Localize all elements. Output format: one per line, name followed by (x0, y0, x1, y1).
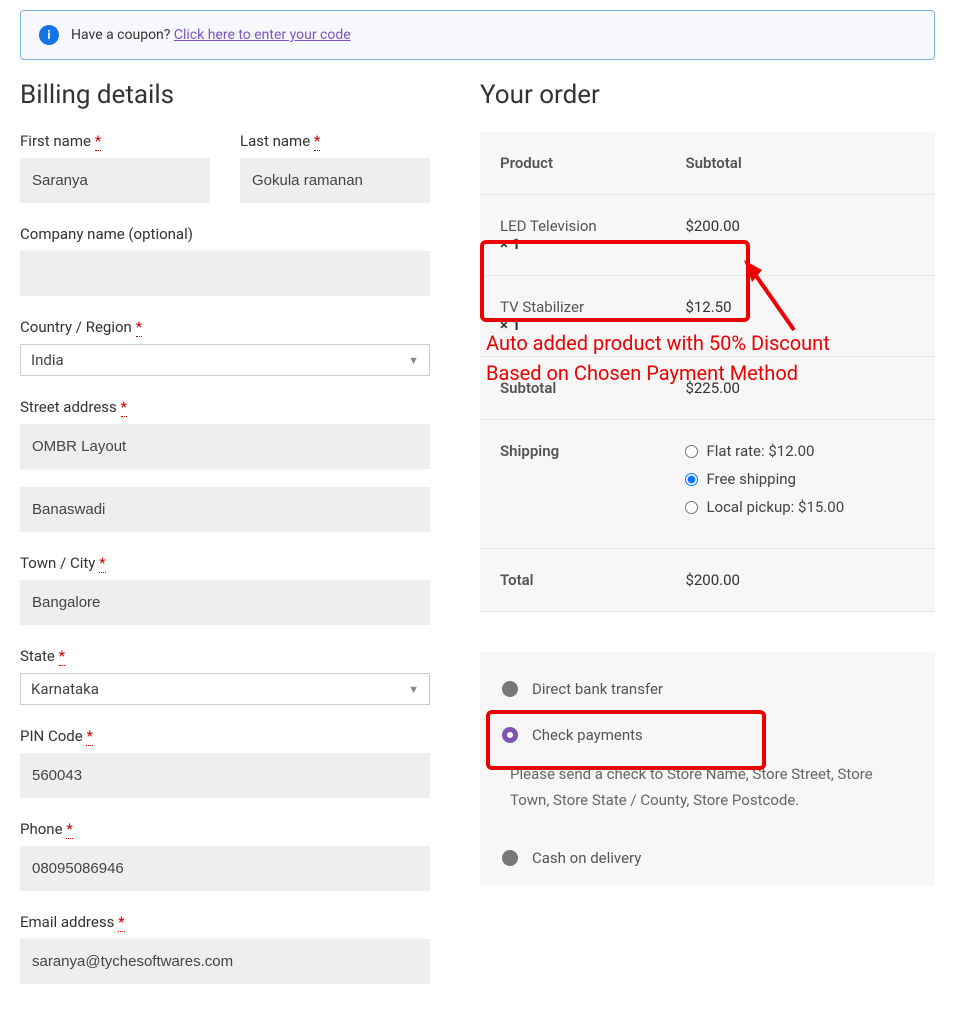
company-input[interactable] (20, 251, 430, 296)
last-name-input[interactable] (240, 158, 430, 203)
phone-label: Phone * (20, 820, 430, 838)
state-select[interactable]: Karnataka ▼ (20, 673, 430, 705)
ship-free-radio[interactable] (685, 473, 698, 486)
radio-selected-icon (502, 727, 518, 743)
radio-unselected-icon (502, 850, 518, 866)
street1-input[interactable] (20, 424, 430, 469)
street2-input[interactable] (20, 487, 430, 532)
billing-heading: Billing details (20, 80, 430, 110)
shipping-row: Shipping Flat rate: $12.00 Free shipping… (480, 420, 935, 549)
payment-box: Direct bank transfer Check payments Plea… (480, 652, 935, 885)
pin-input[interactable] (20, 753, 430, 798)
phone-input[interactable] (20, 846, 430, 891)
chevron-down-icon: ▼ (408, 683, 419, 696)
pay-cod[interactable]: Cash on delivery (480, 835, 935, 881)
coupon-text: Have a coupon? Click here to enter your … (71, 27, 351, 43)
street-label: Street address * (20, 398, 430, 416)
coupon-notice: i Have a coupon? Click here to enter you… (20, 10, 935, 60)
pay-check[interactable]: Check payments (480, 712, 935, 758)
email-label: Email address * (20, 913, 430, 931)
col-product: Product (480, 132, 665, 195)
pay-check-desc: Please send a check to Store Name, Store… (480, 758, 935, 835)
pay-bank-transfer[interactable]: Direct bank transfer (480, 666, 935, 712)
email-input[interactable] (20, 939, 430, 984)
country-label: Country / Region * (20, 318, 430, 336)
company-label: Company name (optional) (20, 225, 430, 243)
chevron-down-icon: ▼ (408, 354, 419, 367)
city-input[interactable] (20, 580, 430, 625)
country-select[interactable]: India ▼ (20, 344, 430, 376)
subtotal-row: Subtotal $225.00 (480, 357, 935, 420)
order-heading: Your order (480, 80, 935, 110)
coupon-link[interactable]: Click here to enter your code (174, 27, 351, 43)
info-icon: i (39, 25, 59, 45)
last-name-label: Last name * (240, 132, 430, 150)
order-table: Product Subtotal LED Television× 1 $200.… (480, 132, 935, 612)
pin-label: PIN Code * (20, 727, 430, 745)
radio-unselected-icon (502, 681, 518, 697)
ship-pickup-radio[interactable] (685, 501, 698, 514)
col-subtotal: Subtotal (665, 132, 935, 195)
ship-flat-radio[interactable] (685, 445, 698, 458)
order-item-row: LED Television× 1 $200.00 (480, 195, 935, 276)
total-row: Total $200.00 (480, 549, 935, 612)
order-item-row: TV Stabilizer× 1 $12.50 (480, 276, 935, 357)
state-label: State * (20, 647, 430, 665)
first-name-input[interactable] (20, 158, 210, 203)
city-label: Town / City * (20, 554, 430, 572)
first-name-label: First name * (20, 132, 210, 150)
